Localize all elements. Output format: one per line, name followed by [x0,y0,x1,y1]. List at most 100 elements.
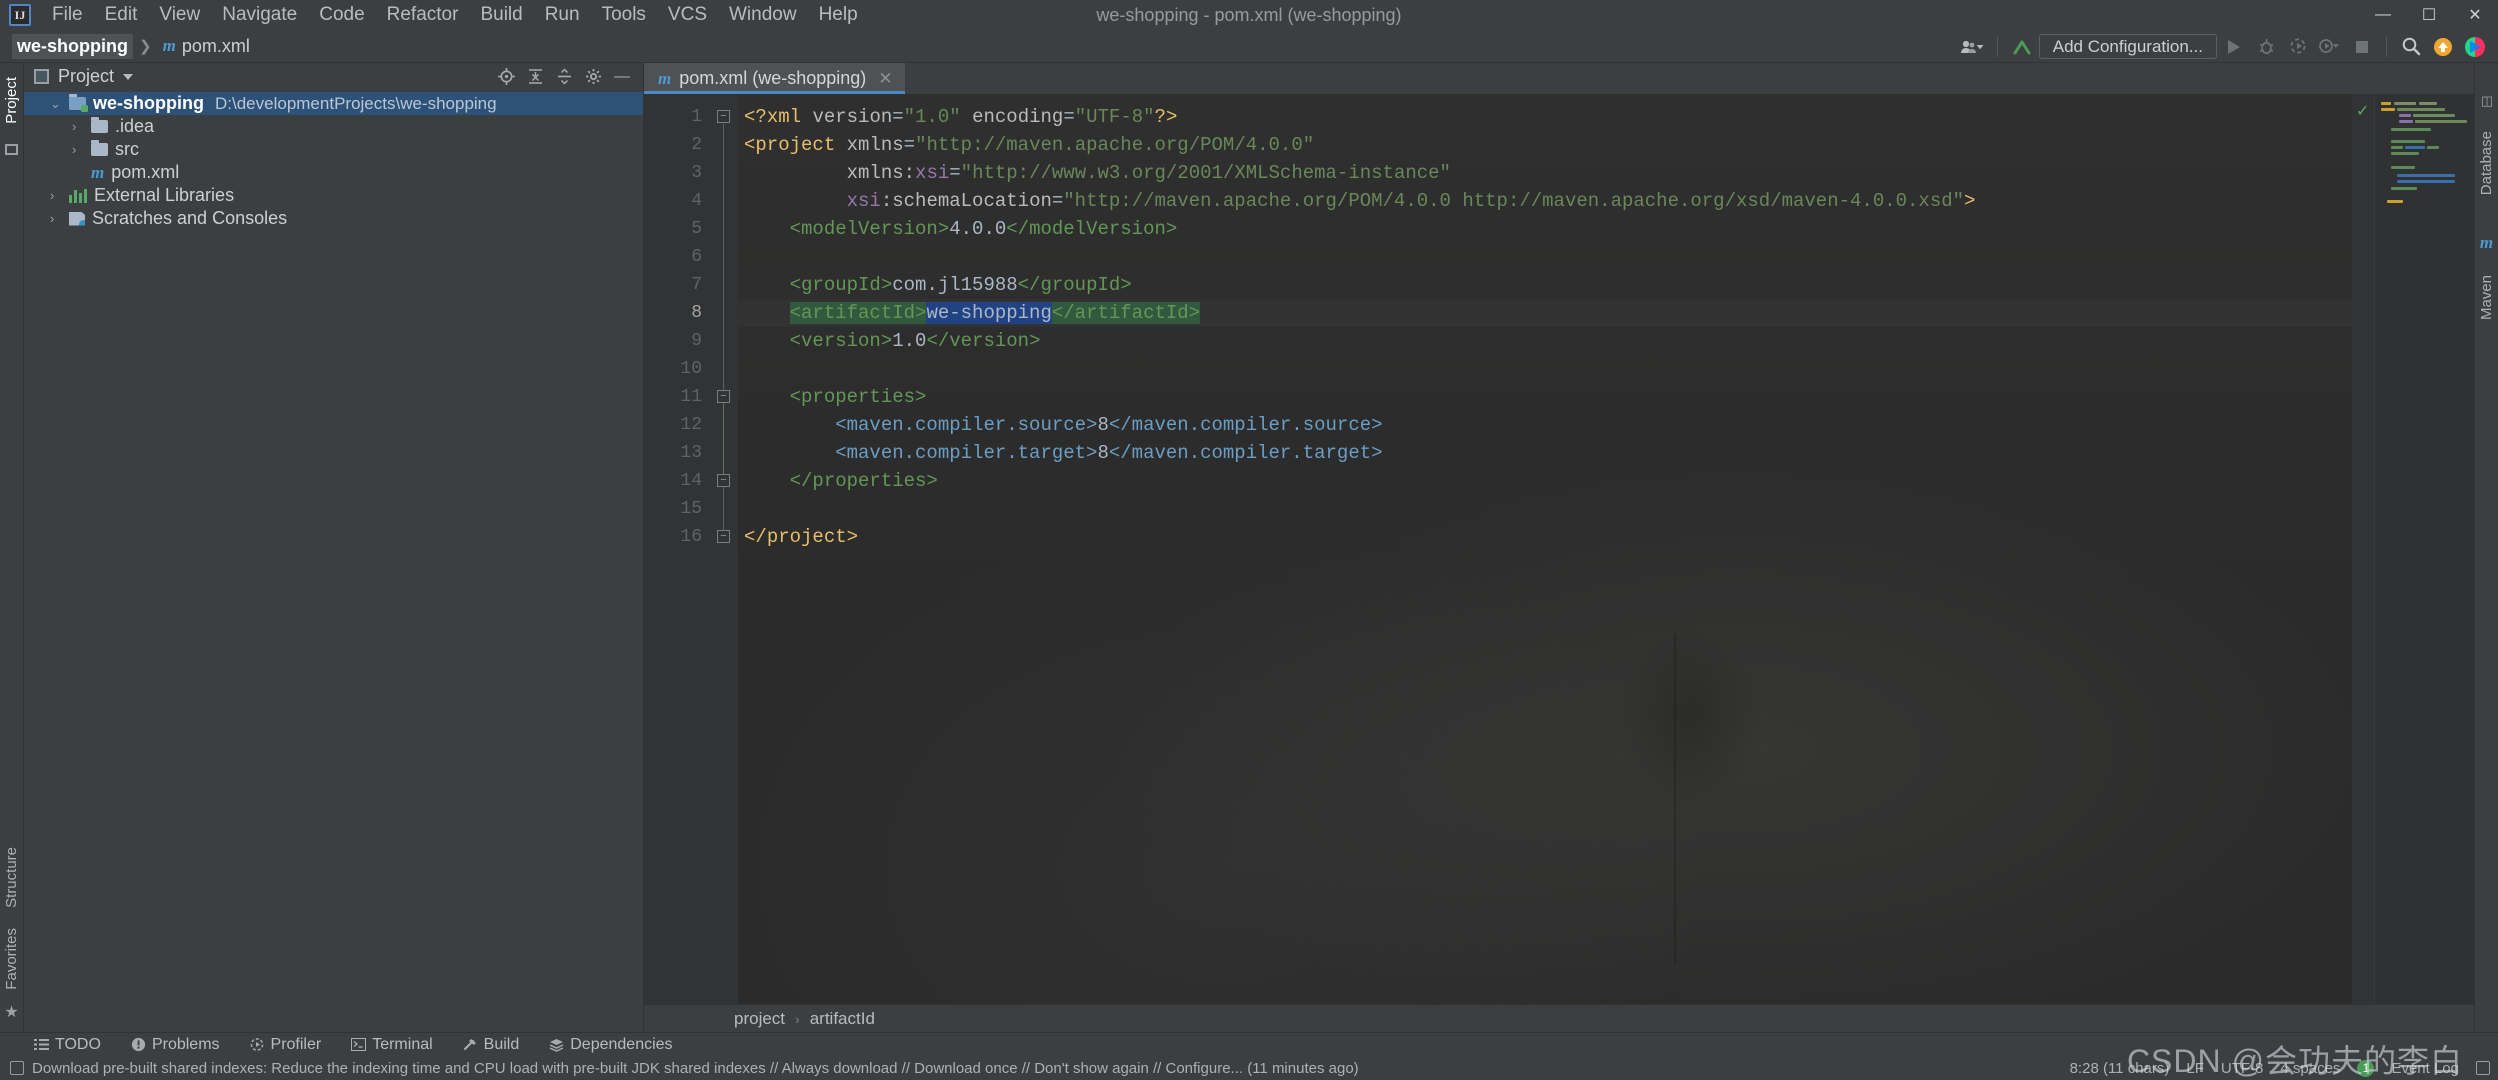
tree-item-scratches[interactable]: › Scratches and Consoles [24,207,643,230]
menu-navigate[interactable]: Navigate [211,0,308,30]
memory-indicator-icon[interactable] [2476,1061,2490,1075]
maximize-button[interactable]: ☐ [2406,0,2452,30]
line-number: 14 [680,471,702,491]
event-log-button[interactable]: Event Log [2391,1060,2459,1077]
background-tree-silhouette [1614,624,1765,964]
code-line-11: <properties> [789,386,927,408]
code-editor[interactable]: <?xml version="1.0" encoding="UTF-8"?> <… [738,94,2352,1004]
line-separator[interactable]: LF [2186,1060,2204,1077]
tree-item-we-shopping[interactable]: ⌄ we-shopping D:\developmentProjects\we-… [24,92,643,115]
chevron-down-icon[interactable] [123,73,134,80]
chevron-right-icon[interactable]: › [50,188,62,203]
hide-panel-icon[interactable]: — [609,65,635,88]
tree-item-external-libraries[interactable]: › External Libraries [24,184,643,207]
star-icon: ★ [4,1004,19,1021]
run-icon[interactable] [2219,34,2249,60]
locate-icon[interactable] [493,65,519,88]
menu-file[interactable]: File [41,0,94,30]
debug-icon[interactable] [2251,34,2281,60]
main-content: Project Structure Favorites ★ Project — … [0,63,2498,1032]
editor-tab-bar: m pom.xml (we-shopping) ✕ [644,63,2474,94]
minimize-button[interactable]: — [2360,0,2406,30]
sidebar-item-favorites[interactable]: Favorites [3,920,20,998]
close-button[interactable]: ✕ [2452,0,2498,30]
sidebar-item-structure[interactable]: Structure [3,839,20,916]
file-encoding[interactable]: UTF-8 [2221,1060,2264,1077]
breadcrumb-project-label: we-shopping [17,35,128,56]
add-configuration-button[interactable]: Add Configuration... [2038,34,2217,59]
sidebar-item-project[interactable]: Project [3,69,20,132]
line-number: 11 [680,387,702,407]
breadcrumb-element-artifactid[interactable]: artifactId [810,1009,875,1029]
breadcrumb-project[interactable]: we-shopping [12,33,133,59]
collapse-all-icon[interactable] [551,65,577,88]
search-everywhere-icon[interactable] [2396,34,2426,60]
tool-button-label: Profiler [270,1035,322,1053]
line-number: 7 [691,275,702,295]
breadcrumb-element-project[interactable]: project [734,1009,785,1029]
tool-button-problems[interactable]: Problems [127,1035,224,1055]
sidebar-item-database[interactable]: Database [2478,123,2495,203]
tree-item-idea[interactable]: › .idea [24,115,643,138]
line-number: 9 [691,331,702,351]
fold-marker-properties-end[interactable]: − [717,474,730,487]
chevron-right-icon[interactable]: › [72,142,84,157]
code-minimap[interactable] [2374,94,2474,1004]
status-message[interactable]: Download pre-built shared indexes: Reduc… [32,1060,1359,1077]
breadcrumb-pom[interactable]: m pom.xml [158,34,255,59]
tool-button-build[interactable]: Build [459,1035,524,1055]
editor-area: m pom.xml (we-shopping) ✕ 1 2 3 4 5 6 7 … [644,63,2474,1032]
fold-marker-project-end[interactable]: − [717,530,730,543]
menu-tools[interactable]: Tools [591,0,657,30]
fold-marker-project[interactable]: − [717,110,730,123]
expand-all-icon[interactable] [522,65,548,88]
profile-dropdown-icon[interactable] [2315,34,2345,60]
tool-button-todo[interactable]: TODO [30,1035,105,1055]
event-count-badge: 1 [2357,1059,2375,1077]
error-stripe-gutter[interactable]: ✓ [2352,94,2374,1004]
update-project-icon[interactable] [2428,34,2458,60]
caret-position[interactable]: 8:28 (11 chars) [2070,1060,2170,1077]
indent-setting[interactable]: 4 spaces [2280,1060,2340,1077]
menu-run[interactable]: Run [534,0,591,30]
tab-label: pom.xml (we-shopping) [679,68,867,88]
project-panel-title-group[interactable]: Project [34,66,134,87]
chevron-right-icon[interactable]: › [50,211,62,226]
tool-button-profiler[interactable]: Profiler [246,1035,326,1055]
tool-button-dependencies[interactable]: Dependencies [545,1035,676,1055]
tree-item-src[interactable]: › src [24,138,643,161]
run-coverage-icon[interactable] [2283,34,2313,60]
close-icon[interactable]: ✕ [878,69,892,89]
menu-build[interactable]: Build [469,0,533,30]
status-bar: Download pre-built shared indexes: Reduc… [0,1043,2498,1080]
menu-refactor[interactable]: Refactor [376,0,470,30]
menu-vcs[interactable]: VCS [657,0,718,30]
line-number: 16 [680,527,702,547]
menu-view[interactable]: View [148,0,211,30]
menu-window[interactable]: Window [718,0,808,30]
tree-item-label: we-shopping [93,93,204,113]
person-dropdown-icon[interactable] [1958,34,1988,60]
database-icon: ◫ [2480,93,2493,108]
menu-code[interactable]: Code [308,0,375,30]
chevron-expanded-icon[interactable]: ⌄ [50,96,62,112]
code-line-14: </properties> [789,470,938,492]
project-strip-icon [5,143,18,155]
tool-button-terminal[interactable]: Terminal [347,1035,436,1055]
code-line-9: <version>1.0</version> [789,330,1041,352]
project-panel-title: Project [58,66,115,86]
libraries-icon [69,188,87,203]
vcs-update-icon[interactable] [2007,34,2037,60]
menu-edit[interactable]: Edit [94,0,149,30]
menu-help[interactable]: Help [808,0,869,30]
sidebar-item-maven[interactable]: Maven [2478,267,2495,328]
chevron-right-icon[interactable]: › [72,119,84,134]
tool-button-label: Problems [151,1035,220,1053]
project-tool-window: Project — ⌄ we-shopping D:\developmentPr… [24,63,644,1032]
idea-toolbar-logo-icon[interactable] [2460,34,2490,60]
tab-pom-xml[interactable]: m pom.xml (we-shopping) ✕ [644,63,905,94]
settings-gear-icon[interactable] [580,65,606,88]
stop-icon[interactable] [2347,34,2377,60]
fold-marker-properties[interactable]: − [717,390,730,403]
tree-item-pom-xml[interactable]: m pom.xml [24,161,643,184]
